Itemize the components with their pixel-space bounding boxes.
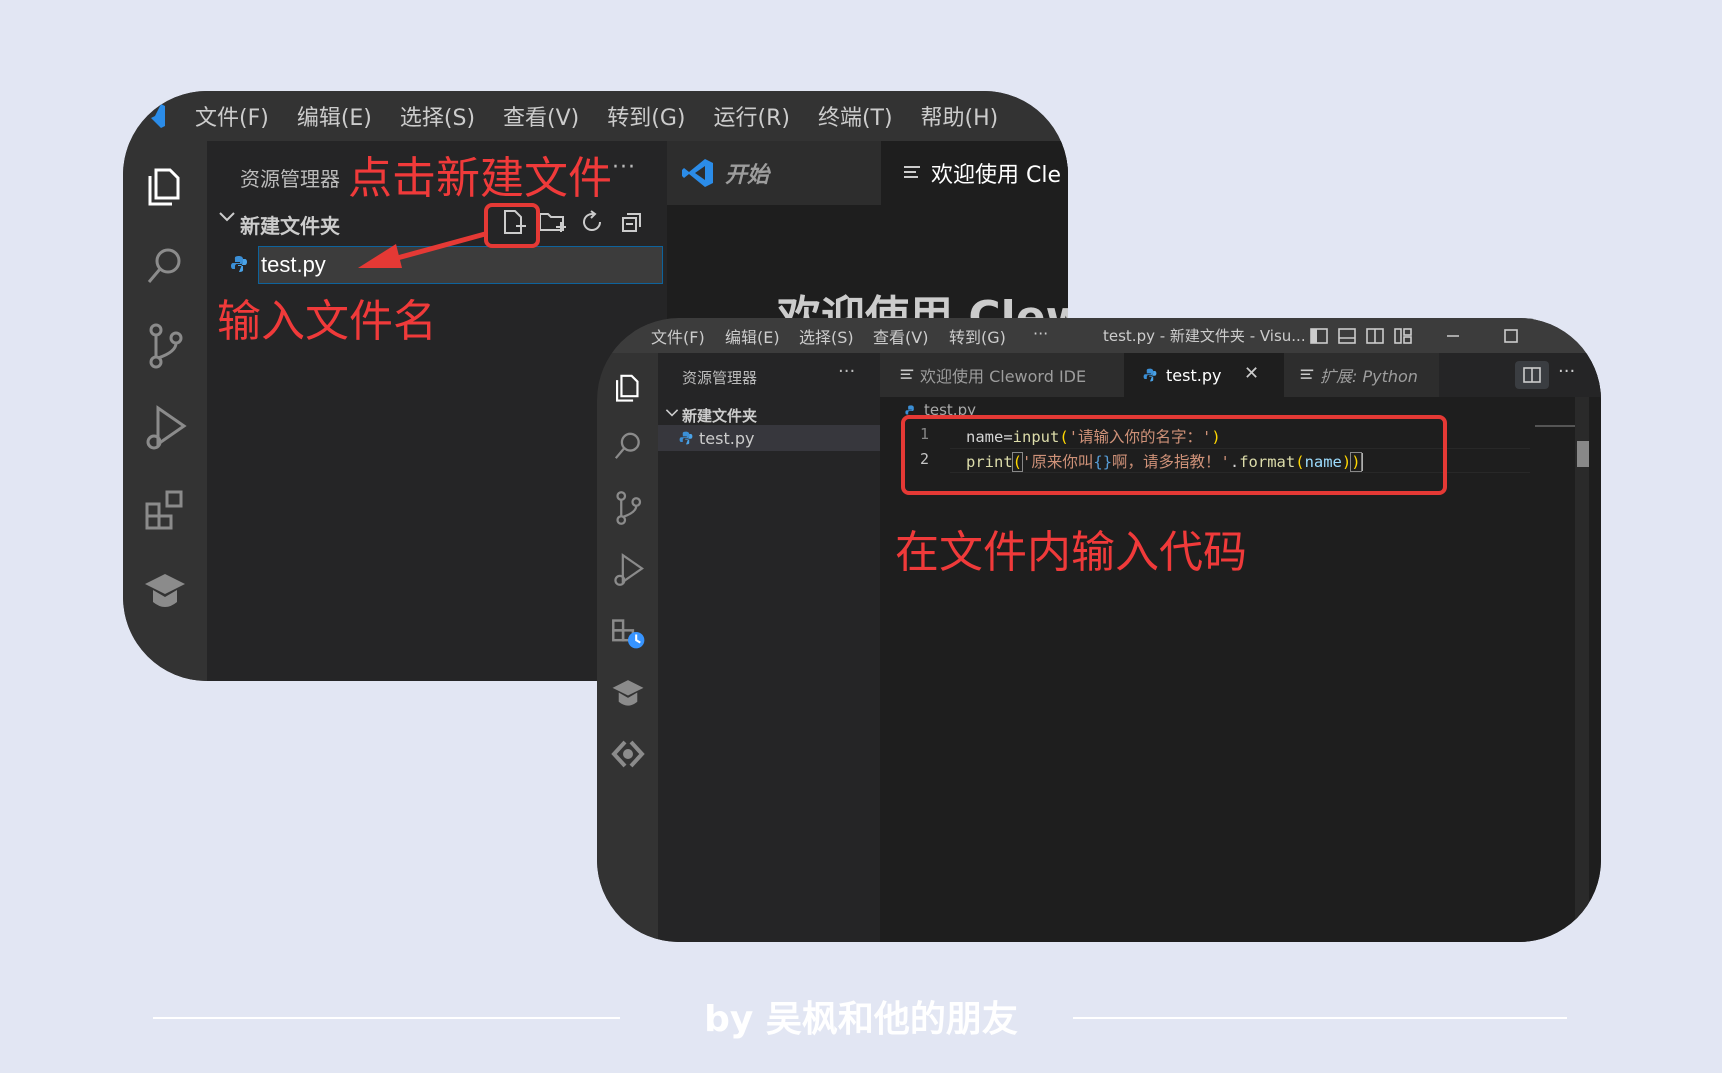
- highlight-code-area: [901, 415, 1447, 495]
- tab-extension-python[interactable]: 扩展: Python: [1284, 353, 1439, 397]
- customize-layout-icon[interactable]: [1393, 326, 1413, 346]
- toggle-sidebar-icon[interactable]: [1309, 326, 1329, 346]
- graduation-cap-icon[interactable]: [140, 567, 190, 617]
- menu-lines-icon: [1300, 369, 1314, 379]
- explorer-title: 资源管理器: [240, 167, 340, 191]
- extensions-icon[interactable]: [609, 613, 647, 651]
- refresh-icon: [583, 210, 602, 231]
- scrollbar-thumb[interactable]: [1577, 441, 1589, 467]
- collapse-all-icon: [622, 213, 641, 232]
- annotation-enter-code: 在文件内输入代码: [895, 527, 1247, 578]
- menu-goto[interactable]: 转到(G): [949, 324, 1006, 348]
- vscode-logo-icon: [682, 159, 713, 187]
- explorer-title: 资源管理器: [682, 369, 758, 387]
- menu-terminal[interactable]: 终端(T): [818, 100, 893, 132]
- editor-more-button[interactable]: ···: [1558, 361, 1575, 382]
- menu-more[interactable]: ···: [1033, 324, 1048, 343]
- menu-run[interactable]: 运行(R): [713, 100, 789, 132]
- folder-name: 新建文件夹: [240, 214, 340, 238]
- explorer-icon[interactable]: [140, 159, 190, 209]
- python-file-icon: [1143, 368, 1157, 382]
- tab-start[interactable]: 开始: [667, 141, 881, 205]
- title-bar: 文件(F) 编辑(E) 选择(S) 查看(V) 转到(G) ··· test.p…: [597, 318, 1601, 353]
- chevron-down-icon[interactable]: [664, 405, 680, 421]
- folder-name[interactable]: 新建文件夹: [682, 405, 757, 426]
- highlight-new-file-button: [484, 203, 540, 248]
- menu-file[interactable]: 文件(F): [195, 100, 269, 132]
- new-folder-button[interactable]: [537, 207, 567, 237]
- divider-right: [1073, 1017, 1567, 1019]
- tab-bar: 开始 欢迎使用 Cle: [667, 141, 1068, 205]
- tab-welcome[interactable]: 欢迎使用 Cleword IDE: [880, 353, 1124, 397]
- front-window: 文件(F) 编辑(E) 选择(S) 查看(V) 转到(G) ··· test.p…: [597, 318, 1601, 942]
- menu-help[interactable]: 帮助(H): [921, 100, 999, 132]
- arrow-annotation-icon: [358, 231, 486, 268]
- graduation-cap-icon[interactable]: [609, 675, 647, 713]
- menu-file[interactable]: 文件(F): [651, 324, 705, 348]
- maximize-icon[interactable]: [1501, 326, 1521, 346]
- menu-select[interactable]: 选择(S): [799, 324, 854, 348]
- menu-lines-icon: [904, 166, 920, 178]
- minimize-icon[interactable]: [1443, 326, 1463, 346]
- split-editor-icon: [1523, 367, 1541, 383]
- new-folder-icon: [539, 213, 566, 232]
- tab-test-py-label: test.py: [1166, 365, 1222, 385]
- activity-bar: [123, 141, 207, 681]
- menu-edit[interactable]: 编辑(E): [725, 324, 780, 348]
- window-title: test.py - 新建文件夹 - Visu...: [1103, 327, 1306, 345]
- refresh-button[interactable]: [577, 207, 607, 237]
- menu-edit[interactable]: 编辑(E): [297, 100, 372, 132]
- activity-bar: [597, 353, 658, 942]
- extensions-icon[interactable]: [140, 485, 190, 535]
- annotation-click-new-file: 点击新建文件: [348, 153, 612, 204]
- tab-extension-python-label: 扩展: Python: [1320, 367, 1418, 386]
- run-debug-icon[interactable]: [140, 403, 190, 453]
- file-name: test.py: [699, 429, 755, 448]
- tab-test-py[interactable]: test.py ✕: [1124, 353, 1284, 397]
- tab-welcome[interactable]: 欢迎使用 Cle: [881, 141, 1068, 205]
- tab-bar: 欢迎使用 Cleword IDE test.py ✕ 扩展: Python ··…: [880, 353, 1601, 397]
- menu-select[interactable]: 选择(S): [400, 100, 475, 132]
- menu-view[interactable]: 查看(V): [503, 100, 579, 132]
- python-file-icon: [231, 256, 247, 272]
- menu-lines-icon: [900, 369, 914, 379]
- file-row-test-py[interactable]: test.py: [658, 425, 880, 451]
- search-icon[interactable]: [140, 241, 190, 291]
- split-editor-button[interactable]: [1515, 361, 1549, 389]
- vscode-logo-icon: [151, 104, 165, 128]
- explorer-more-button[interactable]: ···: [838, 361, 855, 382]
- search-icon[interactable]: [609, 427, 647, 465]
- tab-welcome-label: 欢迎使用 Cleword IDE: [920, 367, 1087, 386]
- annotation-enter-file-name: 输入文件名: [217, 296, 437, 347]
- run-debug-icon[interactable]: [609, 551, 647, 589]
- explorer-more-button[interactable]: ···: [612, 155, 636, 180]
- menu-view[interactable]: 查看(V): [873, 324, 928, 348]
- explorer-sidebar: 资源管理器 ··· 新建文件夹 test.py: [658, 353, 880, 942]
- source-control-icon[interactable]: [609, 489, 647, 527]
- byline: by 吴枫和他的朋友: [704, 999, 1018, 1040]
- menu-goto[interactable]: 转到(G): [607, 100, 685, 132]
- toggle-panel-icon[interactable]: [1337, 326, 1357, 346]
- collapse-all-button[interactable]: [617, 207, 647, 237]
- tab-start-label: 开始: [725, 163, 770, 188]
- toggle-secondary-sidebar-icon[interactable]: [1365, 326, 1385, 346]
- python-file-icon: [679, 431, 693, 445]
- menu-bar: 文件(F) 编辑(E) 选择(S) 查看(V) 转到(G) 运行(R) 终端(T…: [123, 91, 1068, 141]
- source-control-icon[interactable]: [140, 321, 190, 371]
- explorer-icon[interactable]: [609, 367, 647, 405]
- tab-close-icon[interactable]: ✕: [1244, 363, 1259, 384]
- tab-welcome-label: 欢迎使用 Cle: [931, 163, 1062, 188]
- remote-explorer-icon[interactable]: [609, 735, 647, 773]
- vertical-scrollbar[interactable]: [1575, 397, 1589, 942]
- chevron-down-icon: [219, 212, 235, 222]
